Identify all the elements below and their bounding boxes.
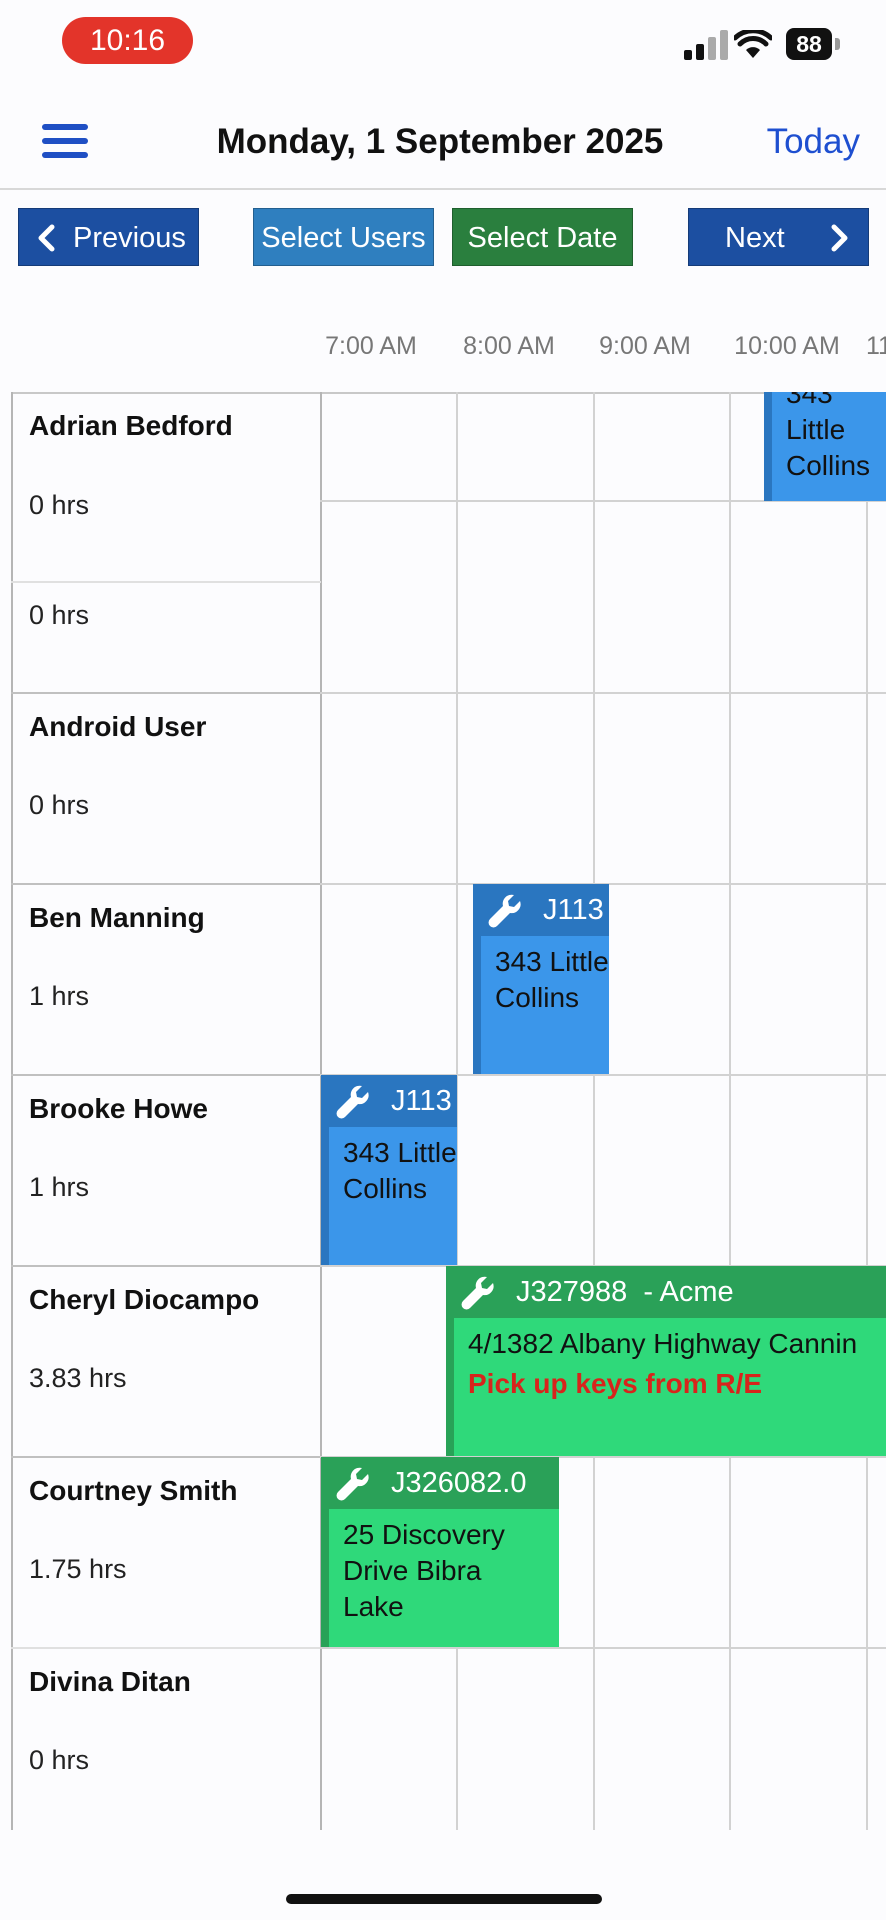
hour-line [729,392,731,1830]
today-button[interactable]: Today [740,118,860,166]
wrench-icon [336,1085,369,1119]
job-block[interactable]: J113 343 Little Collins [473,884,609,1074]
wrench-icon [488,894,521,928]
row-divider [320,1647,886,1649]
job-id: J113 [543,894,604,926]
user-name: Android User [29,711,207,742]
job-address: 343 Little Collins [329,1127,457,1265]
job-note: Pick up keys from R/E [468,1368,763,1399]
user-hours: 1.75 hrs [29,1554,127,1584]
time-label: 7:00 AM [325,332,417,360]
grid-top-line [11,392,886,394]
battery-level: 88 [786,28,832,60]
grid-left-border [11,392,13,1830]
job-block[interactable]: J326082.0 25 Discovery Drive Bibra Lake [321,1457,559,1647]
row-divider [11,692,321,694]
job-header: J327988 - Acme [446,1266,886,1318]
row-divider [11,1647,321,1649]
job-block[interactable]: J113 343 Little Collins [321,1075,457,1265]
previous-label: Previous [73,222,186,254]
job-block[interactable]: 343 Little Collins [764,392,886,501]
row-divider [11,1074,321,1076]
hour-line [866,392,868,1830]
job-block[interactable]: J327988 - Acme 4/1382 Albany Highway Can… [446,1266,886,1456]
signal-icon [684,28,728,60]
job-id: J113 [391,1085,452,1117]
job-id: J326082.0 [391,1467,527,1499]
bottom-safe-area [0,1830,886,1920]
time-label: 9:00 AM [599,332,691,360]
row-divider [11,1456,321,1458]
next-label: Next [725,222,785,254]
wrench-icon [336,1467,369,1501]
job-header: J326082.0 [321,1457,559,1509]
job-id: J327988 - Acme [516,1276,734,1308]
battery-icon: 88 [786,28,840,60]
row-divider [320,692,886,694]
select-date-button[interactable]: Select Date [452,208,633,266]
user-hours: 1 hrs [29,981,90,1011]
row-divider [11,883,321,885]
job-header: J113 [473,884,609,936]
page-title: Monday, 1 September 2025 [216,122,664,161]
job-address: 4/1382 Albany Highway Cannin [468,1328,858,1359]
select-users-button[interactable]: Select Users [253,208,434,266]
user-name: Courtney Smith [29,1475,238,1506]
job-address: 343 Little Collins [772,392,886,501]
hour-line [593,392,595,1830]
user-name: Ben Manning [29,902,205,933]
chevron-left-icon [38,224,55,252]
user-hours: 3.83 hrs [29,1363,127,1393]
user-hours: 0 hrs [29,490,90,520]
job-header: J113 [321,1075,457,1127]
job-address: 25 Discovery Drive Bibra Lake [329,1509,559,1647]
previous-button[interactable]: Previous [18,208,199,266]
job-details: 4/1382 Albany Highway Cannin Pick up key… [454,1318,886,1456]
user-name: Adrian Bedford [29,410,233,441]
user-hours: 0 hrs [29,790,90,820]
job-address: 343 Little Collins [481,936,609,1074]
time-label: 10:00 AM [734,332,840,360]
wrench-icon [461,1276,494,1310]
time-label: 8:00 AM [463,332,555,360]
header-divider [0,188,886,190]
user-name: Cheryl Diocampo [29,1284,260,1315]
time-label: 11 [866,332,886,360]
chevron-right-icon [831,224,848,252]
hamburger-icon[interactable] [42,124,88,158]
user-hours: 1 hrs [29,1172,90,1202]
next-button[interactable]: Next [688,208,869,266]
user-name: Brooke Howe [29,1093,208,1124]
user-hours: 0 hrs [29,600,90,630]
row-divider [11,581,321,583]
row-divider [11,1265,321,1267]
wifi-icon [734,30,772,58]
user-hours: 0 hrs [29,1745,90,1775]
status-time: 10:16 [62,17,193,64]
user-name: Divina Ditan [29,1666,191,1697]
home-indicator[interactable] [286,1894,602,1904]
